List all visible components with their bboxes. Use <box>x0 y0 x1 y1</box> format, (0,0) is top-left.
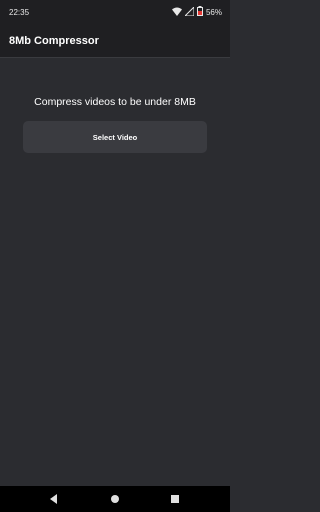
signal-icon <box>183 5 195 18</box>
battery-icon <box>196 6 203 18</box>
battery-percentage: 56% <box>205 7 222 17</box>
status-time: 22:35 <box>9 8 30 17</box>
headline-text: Compress videos to be under 8MB <box>34 96 196 108</box>
app-title: 8Mb Compressor <box>9 35 99 47</box>
wifi-icon <box>171 7 182 18</box>
status-bar: 22:35 56% <box>0 0 230 25</box>
home-icon[interactable] <box>109 493 121 505</box>
navigation-bar <box>0 486 230 512</box>
recents-icon[interactable] <box>169 493 181 505</box>
status-icons: 56% <box>171 5 222 18</box>
select-video-button[interactable]: Select Video <box>23 121 207 153</box>
app-bar: 8Mb Compressor <box>0 25 230 58</box>
back-icon[interactable] <box>48 493 60 505</box>
